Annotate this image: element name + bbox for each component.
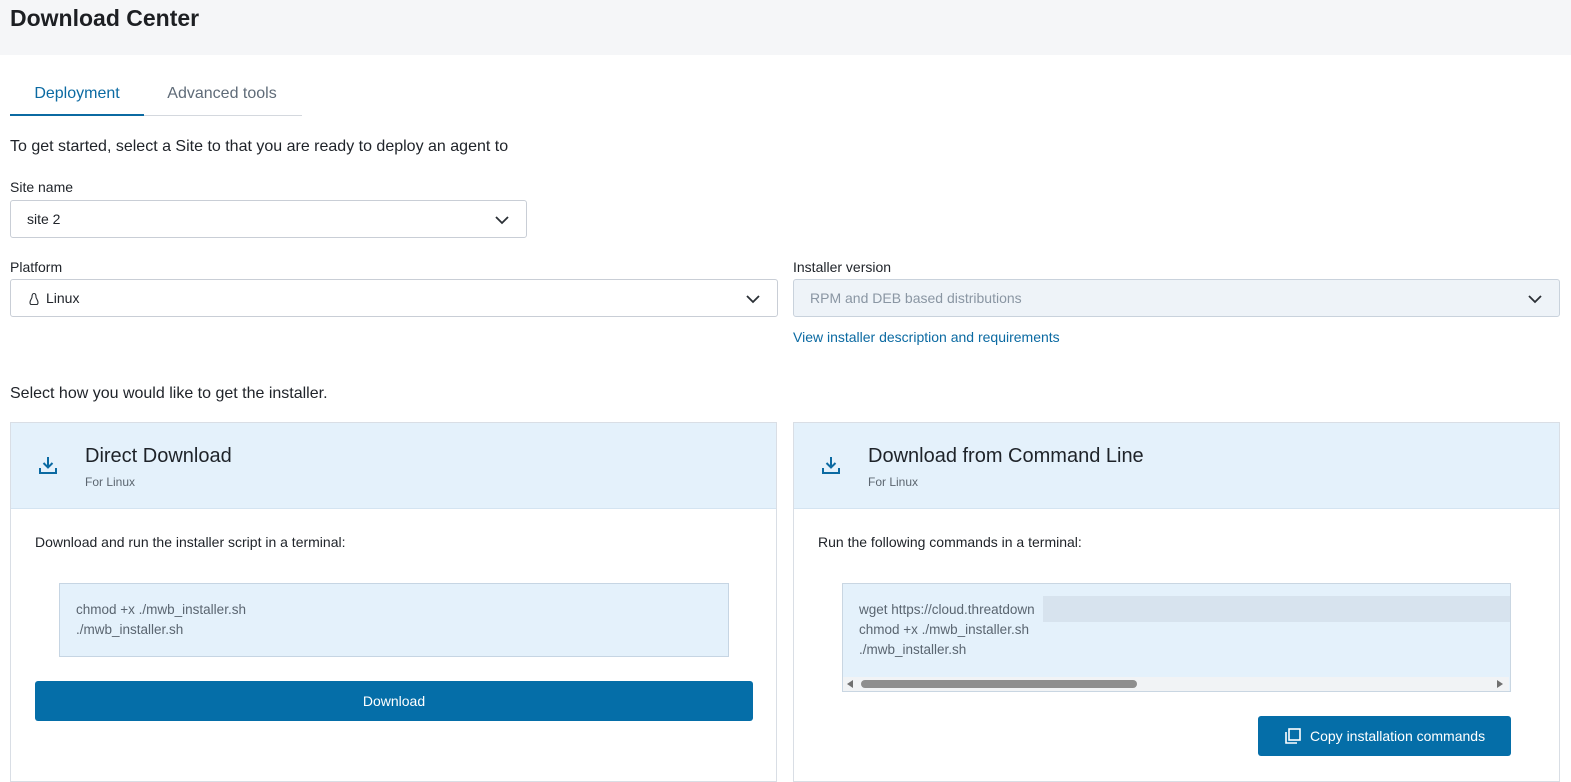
intro-text: To get started, select a Site to that yo… — [10, 138, 509, 155]
card-title: Direct Download — [85, 445, 232, 467]
card-subtitle: For Linux — [85, 475, 136, 489]
code-line: ./mwb_installer.sh — [76, 622, 184, 637]
platform-select[interactable]: Linux — [10, 279, 778, 317]
site-name-value: site 2 — [27, 211, 61, 227]
card-header: Download from Command Line For Linux — [794, 423, 1559, 509]
horizontal-scrollbar[interactable] — [843, 677, 1509, 691]
command-line-card: Download from Command Line For Linux Run… — [793, 422, 1560, 782]
tab-deployment[interactable]: Deployment — [10, 76, 144, 116]
method-prompt: Select how you would like to get the ins… — [10, 385, 328, 402]
chevron-down-icon — [495, 216, 509, 225]
page-header: Download Center — [0, 0, 1571, 55]
code-line: ./mwb_installer.sh — [859, 642, 967, 657]
redacted-url-region — [1043, 596, 1510, 622]
copy-commands-button[interactable]: Copy installation commands — [1258, 716, 1511, 756]
installer-version-label: Installer version — [793, 259, 892, 275]
scrollbar-thumb[interactable] — [861, 680, 1137, 688]
platform-label: Platform — [10, 259, 63, 275]
card-header: Direct Download For Linux — [11, 423, 776, 509]
chevron-down-icon — [1528, 295, 1542, 304]
linux-icon — [29, 292, 39, 306]
card-instructions: Download and run the installer script in… — [35, 534, 346, 550]
card-instructions: Run the following commands in a terminal… — [818, 534, 1082, 550]
code-block: chmod +x ./mwb_installer.sh ./mwb_install… — [59, 583, 729, 657]
direct-download-card: Direct Download For Linux Download and r… — [10, 422, 777, 782]
command-code-block: wget https://cloud.threatdown chmod +x ./… — [842, 583, 1511, 692]
installer-requirements-link[interactable]: View installer description and requireme… — [793, 329, 1060, 345]
card-subtitle: For Linux — [868, 475, 919, 489]
download-button[interactable]: Download — [35, 681, 753, 721]
code-line: chmod +x ./mwb_installer.sh — [76, 602, 246, 617]
card-title: Download from Command Line — [868, 445, 1144, 467]
copy-commands-label: Copy installation commands — [1310, 728, 1486, 744]
chevron-down-icon — [746, 295, 760, 304]
code-line: chmod +x ./mwb_installer.sh — [859, 622, 1029, 637]
tab-advanced-tools[interactable]: Advanced tools — [156, 76, 288, 114]
tab-bar: Deployment Advanced tools — [10, 76, 302, 116]
download-icon — [39, 457, 57, 474]
scroll-right-icon[interactable] — [1497, 680, 1503, 688]
installer-version-select[interactable]: RPM and DEB based distributions — [793, 279, 1560, 317]
page-title: Download Center — [10, 5, 200, 31]
download-icon — [822, 457, 840, 474]
platform-value: Linux — [46, 290, 80, 306]
scroll-left-icon[interactable] — [847, 680, 853, 688]
installer-version-value: RPM and DEB based distributions — [810, 290, 1022, 306]
copy-icon — [1285, 728, 1301, 744]
site-name-label: Site name — [10, 179, 74, 195]
site-name-select[interactable]: site 2 — [10, 200, 527, 238]
